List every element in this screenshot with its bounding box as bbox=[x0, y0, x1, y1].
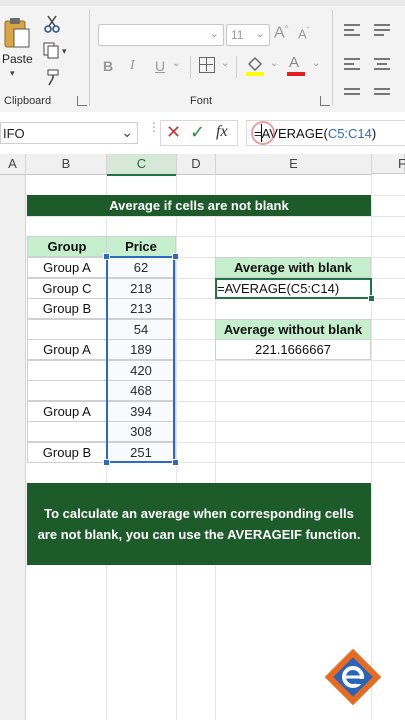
title-banner-text: Average if cells are not blank bbox=[109, 198, 289, 213]
column-header-e[interactable]: E bbox=[216, 154, 372, 175]
fill-handle[interactable] bbox=[368, 295, 375, 302]
grid-line bbox=[25, 216, 405, 217]
table-header-group[interactable]: Group bbox=[27, 236, 107, 257]
font-color-chevron-icon[interactable]: ⌄ bbox=[312, 58, 320, 69]
group-cell[interactable]: Group A bbox=[27, 339, 107, 360]
align-middle-icon[interactable] bbox=[374, 24, 390, 36]
cancel-icon[interactable]: ✕ bbox=[166, 122, 181, 143]
range-handle[interactable] bbox=[103, 253, 110, 260]
active-cell-text: =AVERAGE(C5:C14) bbox=[217, 281, 340, 296]
paste-chevron-icon: ▾ bbox=[10, 68, 15, 78]
ribbon-separator bbox=[332, 10, 333, 106]
column-header-a[interactable]: A bbox=[0, 154, 26, 175]
clipboard-group-label: Clipboard bbox=[4, 95, 52, 107]
group-cell[interactable] bbox=[27, 380, 107, 401]
title-banner: Average if cells are not blank bbox=[27, 195, 371, 216]
paste-icon bbox=[4, 18, 30, 48]
range-handle[interactable] bbox=[172, 459, 179, 466]
align-top-icon[interactable] bbox=[344, 24, 360, 36]
cut-icon[interactable] bbox=[42, 14, 62, 34]
chevron-down-icon: ⌄ bbox=[209, 28, 219, 40]
more-options-icon[interactable]: ⋮ bbox=[148, 121, 160, 133]
borders-icon[interactable] bbox=[199, 57, 215, 73]
range-handle[interactable] bbox=[103, 459, 110, 466]
decrease-font-size-icon[interactable]: Aˇ bbox=[298, 26, 309, 41]
outdent-icon[interactable] bbox=[374, 88, 390, 100]
format-painter-icon[interactable] bbox=[44, 68, 64, 88]
dialog-launcher-icon[interactable] bbox=[77, 96, 87, 106]
note-box: To calculate an average when correspondi… bbox=[27, 483, 371, 565]
ribbon-separator bbox=[236, 56, 237, 78]
click-indicator bbox=[251, 121, 275, 145]
logo-icon bbox=[322, 646, 384, 708]
ribbon-tab-strip bbox=[0, 0, 405, 6]
ribbon-separator bbox=[89, 10, 90, 106]
column-header-b[interactable]: B bbox=[26, 154, 107, 175]
formula-reference: C5:C14 bbox=[327, 126, 372, 141]
formula-reference-range bbox=[106, 256, 175, 463]
column-header-d[interactable]: D bbox=[177, 154, 216, 175]
increase-font-size-icon[interactable]: A^ bbox=[274, 24, 288, 42]
group-cell[interactable]: Group B bbox=[27, 298, 107, 319]
ribbon-separator bbox=[190, 56, 191, 78]
column-header-f[interactable]: F bbox=[372, 154, 405, 174]
avg-with-blank-label[interactable]: Average with blank bbox=[215, 257, 371, 278]
italic-button[interactable]: I bbox=[130, 58, 135, 74]
font-group-label: Font bbox=[190, 95, 213, 107]
paste-label: Paste bbox=[2, 52, 33, 66]
font-color-icon[interactable]: A bbox=[286, 54, 306, 76]
group-cell[interactable]: Group C bbox=[27, 278, 107, 299]
avg-without-blank-label[interactable]: Average without blank bbox=[215, 319, 371, 340]
avg-without-blank-value[interactable]: 221.1666667 bbox=[215, 339, 371, 360]
formula-suffix: ) bbox=[371, 126, 377, 141]
column-header-c[interactable]: C bbox=[107, 154, 177, 176]
name-box-value: IFO bbox=[3, 126, 25, 141]
align-left-icon[interactable] bbox=[344, 58, 360, 72]
paste-button[interactable]: Paste ▾ bbox=[2, 14, 34, 78]
fill-color-icon[interactable] bbox=[245, 54, 265, 76]
underline-chevron-icon[interactable]: ⌄ bbox=[172, 58, 180, 69]
copy-icon[interactable]: ▾ bbox=[42, 42, 72, 60]
bold-button[interactable]: B bbox=[103, 58, 113, 74]
chevron-down-icon[interactable]: ⌄ bbox=[121, 124, 133, 141]
enter-icon[interactable]: ✓ bbox=[190, 122, 205, 143]
group-cell[interactable] bbox=[27, 421, 107, 442]
group-cell[interactable]: Group B bbox=[27, 442, 107, 463]
table-header-price[interactable]: Price bbox=[106, 236, 176, 257]
active-cell-formula[interactable]: =AVERAGE(C5:C14) bbox=[215, 278, 372, 299]
svg-text:▾: ▾ bbox=[62, 46, 67, 56]
name-box[interactable]: IFO ⌄ bbox=[0, 122, 138, 144]
note-text: To calculate an average when correspondi… bbox=[37, 506, 361, 542]
underline-button[interactable]: U bbox=[155, 58, 165, 74]
align-center-icon[interactable] bbox=[374, 58, 390, 72]
font-size-combo[interactable]: 11 ⌄ bbox=[226, 24, 270, 46]
font-size-value: 11 bbox=[231, 28, 244, 42]
group-cell[interactable] bbox=[27, 319, 107, 340]
chevron-down-icon: ⌄ bbox=[255, 28, 265, 40]
borders-chevron-icon[interactable]: ⌄ bbox=[221, 58, 229, 69]
fill-chevron-icon[interactable]: ⌄ bbox=[270, 58, 278, 69]
row-header-strip bbox=[0, 175, 26, 720]
group-cell[interactable]: Group A bbox=[27, 257, 107, 278]
dialog-launcher-icon[interactable] bbox=[320, 96, 330, 106]
insert-function-icon[interactable]: fx bbox=[216, 123, 228, 141]
indent-icon[interactable] bbox=[344, 88, 360, 100]
group-cell[interactable] bbox=[27, 360, 107, 381]
group-cell[interactable]: Group A bbox=[27, 401, 107, 422]
font-name-combo[interactable]: ⌄ bbox=[98, 24, 224, 46]
range-handle[interactable] bbox=[172, 253, 179, 260]
